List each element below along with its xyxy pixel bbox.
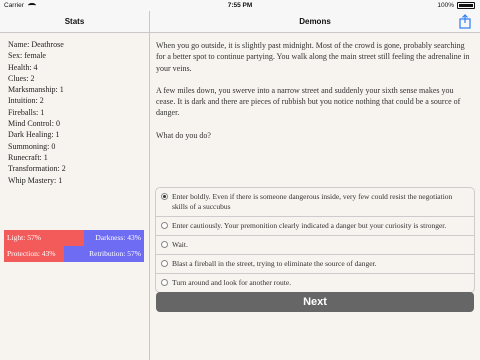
next-button[interactable]: Next (156, 292, 474, 312)
stats-sidebar: Name: Deathrose Sex: female Health: 4 Clues… (0, 33, 150, 360)
share-icon[interactable] (458, 14, 472, 29)
stat-item: Intuition: 2 (8, 96, 44, 106)
choice-option[interactable]: Enter boldly. Even if there is someone d… (156, 188, 474, 216)
radio-button-icon[interactable] (161, 222, 168, 229)
story-text: When you go outside, it is slightly past… (156, 40, 474, 152)
choice-label: Wait. (172, 240, 188, 249)
choice-option[interactable]: Blast a fireball in the street, trying t… (156, 254, 474, 273)
main-content: When you go outside, it is slightly past… (150, 33, 480, 360)
opposed-stat-bar: Protection: 43% Retribution: 57% (4, 246, 144, 262)
opposed-stats-bars: Light: 57% Darkness: 43% Protection: 43% Re… (4, 230, 144, 262)
clock: 7:55 PM (227, 2, 253, 9)
stat-item: Runecraft: 1 (8, 152, 48, 162)
page-title: Demons (299, 17, 331, 26)
stat-item: Dark Healing: 1 (8, 130, 60, 140)
choice-label: Blast a fireball in the street, trying t… (172, 259, 377, 268)
battery-percentage: 100% (437, 2, 454, 9)
radio-button-icon[interactable] (161, 260, 168, 267)
stat-item: Sex: female (8, 51, 46, 61)
battery-icon (457, 2, 475, 9)
stat-item: Marksmanship: 1 (8, 85, 64, 95)
radio-button-icon[interactable] (161, 193, 168, 200)
choice-option[interactable]: Enter cautiously. Your premonition clear… (156, 216, 474, 235)
radio-button-icon[interactable] (161, 279, 168, 286)
stat-item: Whip Mastery: 1 (8, 175, 63, 185)
story-paragraph: When you go outside, it is slightly past… (156, 41, 470, 73)
choice-label: Turn around and look for another route. (172, 278, 292, 287)
choice-label: Enter boldly. Even if there is someone d… (172, 192, 453, 211)
bar-left-segment: Light: 57% (4, 230, 84, 246)
bar-left-segment: Protection: 43% (4, 246, 65, 262)
stat-item: Summoning: 0 (8, 141, 56, 151)
choice-list: Enter boldly. Even if there is someone d… (155, 187, 475, 293)
stat-item: Health: 4 (8, 62, 38, 72)
stat-item: Mind Control: 0 (8, 119, 61, 129)
opposed-stat-bar: Light: 57% Darkness: 43% (4, 230, 144, 246)
stats-title: Stats (0, 11, 150, 33)
choice-option[interactable]: Wait. (156, 235, 474, 254)
stat-item: Fireballs: 1 (8, 107, 45, 117)
story-paragraph: What do you do? (156, 130, 211, 140)
stats-list: Name: Deathrose Sex: female Health: 4 Clues… (8, 39, 66, 186)
radio-button-icon[interactable] (161, 241, 168, 248)
choice-label: Enter cautiously. Your premonition clear… (172, 221, 447, 230)
stat-item: Name: Deathrose (8, 40, 64, 49)
choice-option[interactable]: Turn around and look for another route. (156, 273, 474, 292)
stat-item: Clues: 2 (8, 73, 35, 83)
bar-right-segment: Darkness: 43% (83, 230, 144, 246)
status-bar: Carrier 7:55 PM 100% (0, 0, 480, 11)
story-paragraph: A few miles down, you swerve into a narr… (156, 85, 461, 118)
navigation-bar: Stats Demons (0, 11, 480, 33)
stat-item: Transformation: 2 (8, 164, 66, 174)
bar-right-segment: Retribution: 57% (64, 246, 144, 262)
